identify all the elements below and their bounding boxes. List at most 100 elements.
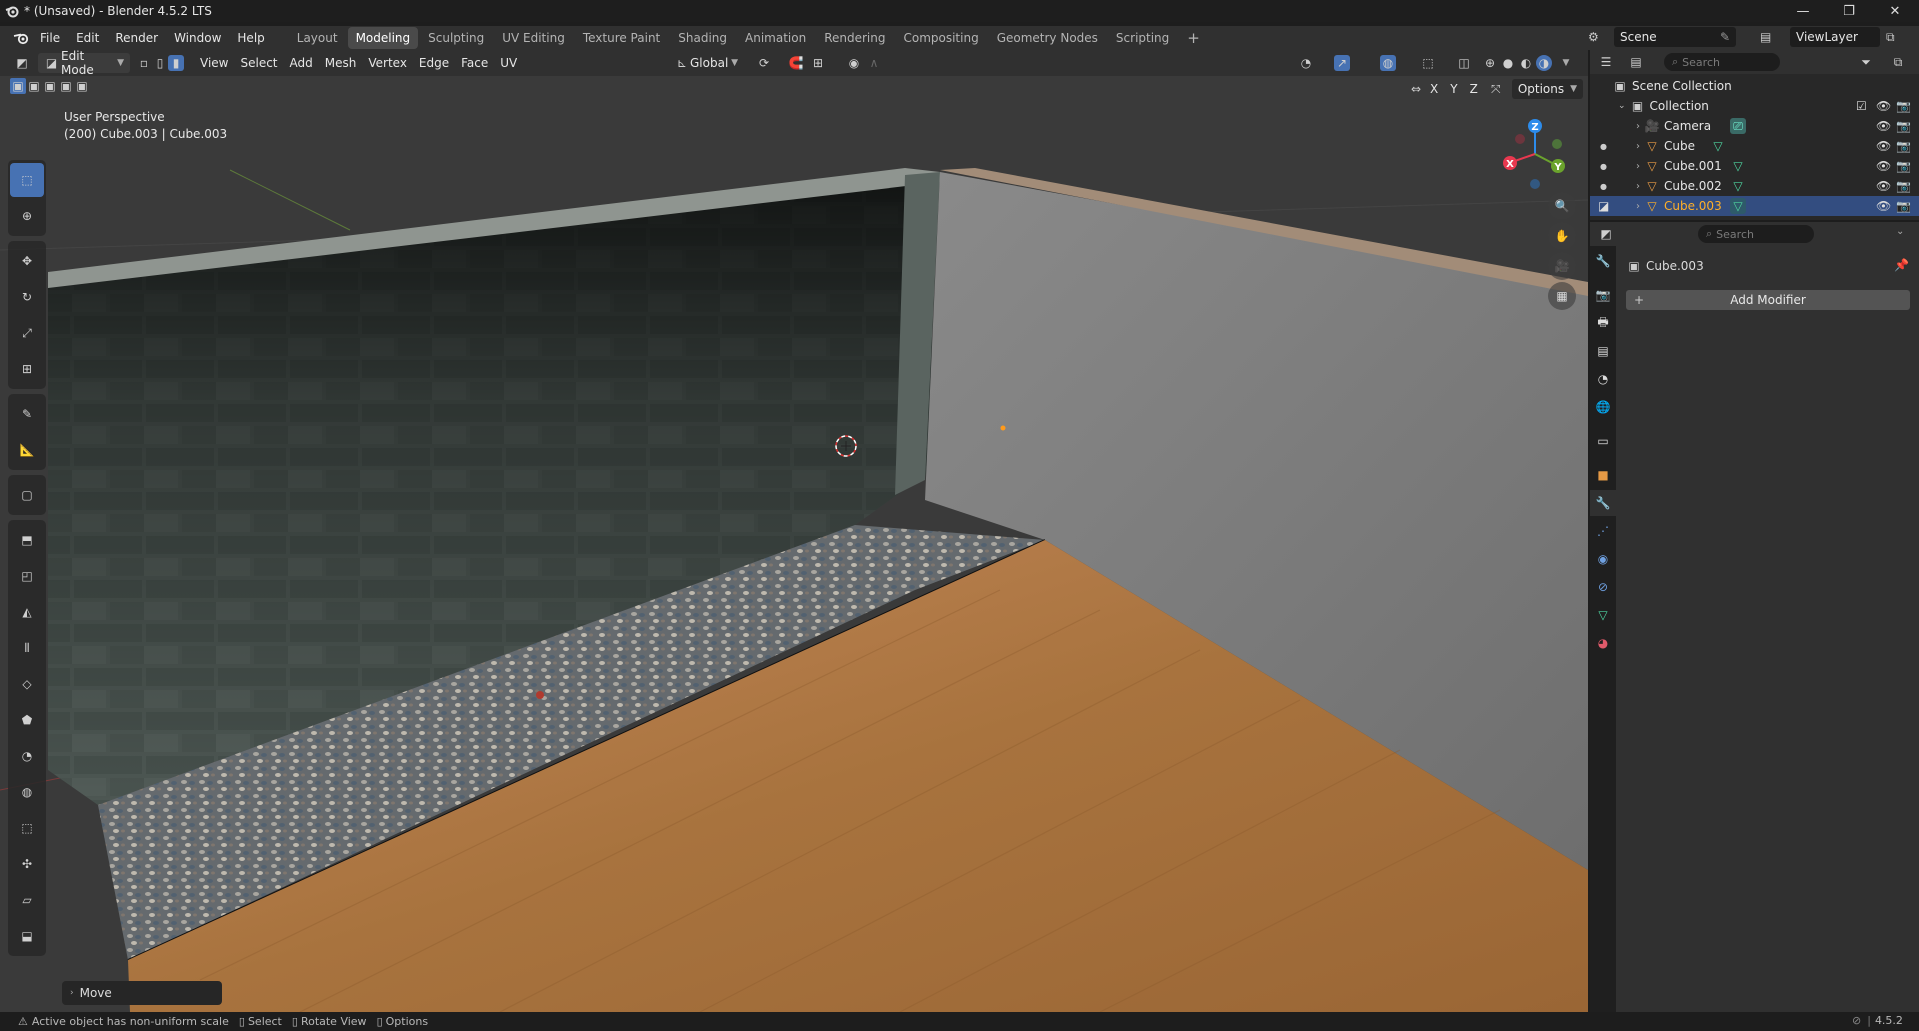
extrude-tool-icon[interactable]: ⬒ xyxy=(10,523,44,557)
visibility-icon[interactable]: ◔ xyxy=(1298,55,1314,71)
new-collection-icon[interactable]: ⧉ xyxy=(1890,54,1906,70)
checkbox-icon[interactable]: ☑ xyxy=(1856,99,1867,113)
shading-options-icon[interactable]: ▼ xyxy=(1558,55,1574,71)
select-subtract-icon[interactable]: ▣ xyxy=(42,78,58,94)
material-shading-icon[interactable]: ◐ xyxy=(1518,55,1534,71)
pivot-point-icon[interactable]: ⟳ xyxy=(756,55,772,71)
chevron-down-icon[interactable]: ⌄ xyxy=(1618,101,1626,111)
transform-tool-icon[interactable]: ⊞ xyxy=(10,352,44,386)
chevron-right-icon[interactable]: › xyxy=(1636,161,1640,172)
loop-cut-tool-icon[interactable]: ⫴ xyxy=(10,631,44,665)
view-layer-selector[interactable]: ViewLayer xyxy=(1790,27,1880,47)
eye-icon[interactable]: 👁 xyxy=(1876,199,1891,213)
close-button[interactable]: ✕ xyxy=(1872,0,1918,22)
world-tab-icon[interactable]: 🌐 xyxy=(1590,394,1616,420)
render-tab-icon[interactable]: 📷 xyxy=(1590,282,1616,308)
outliner-scene-collection[interactable]: ▣ Scene Collection xyxy=(1590,76,1919,96)
inset-tool-icon[interactable]: ◰ xyxy=(10,559,44,593)
modifier-tab-icon[interactable]: 🔧 xyxy=(1590,490,1616,516)
constraints-tab-icon[interactable]: ⊘ xyxy=(1590,574,1616,600)
mesh-data-icon[interactable]: ▽ xyxy=(1730,198,1746,214)
solid-shading-icon[interactable]: ● xyxy=(1500,55,1516,71)
axis-z-toggle[interactable]: Z xyxy=(1464,79,1484,99)
tab-animation[interactable]: Animation xyxy=(737,27,814,49)
tab-geometry-nodes[interactable]: Geometry Nodes xyxy=(989,27,1106,49)
tab-layout[interactable]: Layout xyxy=(289,27,346,49)
menu-help[interactable]: Help xyxy=(229,27,272,49)
tab-uv-editing[interactable]: UV Editing xyxy=(494,27,573,49)
outliner-collection[interactable]: ⌄ ▣ Collection ☑ 👁 📷 xyxy=(1590,96,1919,116)
menu-face[interactable]: Face xyxy=(455,53,494,73)
menu-select[interactable]: Select xyxy=(234,53,283,73)
select-extend-icon[interactable]: ▣ xyxy=(26,78,42,94)
rendered-shading-icon[interactable]: ◑ xyxy=(1536,55,1552,71)
menu-vertex[interactable]: Vertex xyxy=(362,53,413,73)
zoom-icon[interactable]: 🔍 xyxy=(1548,192,1576,220)
camera-view-icon[interactable]: 🎥 xyxy=(1548,252,1576,280)
mesh-overlay-icon[interactable]: ⬚ xyxy=(1420,55,1436,71)
editor-type-icon[interactable]: ☰ xyxy=(1598,54,1614,70)
mesh-data-icon[interactable]: ▽ xyxy=(1710,138,1726,154)
menu-edit[interactable]: Edit xyxy=(68,27,107,49)
poly-build-tool-icon[interactable]: ⬟ xyxy=(10,703,44,737)
edit-dot-icon[interactable]: ● xyxy=(1600,162,1607,171)
filter-icon[interactable]: ⏷ xyxy=(1858,54,1874,70)
outliner-item-cube-001[interactable]: ● › ▽ Cube.001 ▽ 👁 📷 xyxy=(1590,156,1919,176)
mode-selector[interactable]: ◪ Edit Mode ▼ xyxy=(38,50,130,77)
menu-render[interactable]: Render xyxy=(107,27,166,49)
smooth-tool-icon[interactable]: ◍ xyxy=(10,775,44,809)
chevron-right-icon[interactable]: › xyxy=(1636,141,1640,152)
cursor-tool-icon[interactable]: ⊕ xyxy=(10,199,44,233)
edit-dot-icon[interactable]: ● xyxy=(1600,182,1607,191)
tab-rendering[interactable]: Rendering xyxy=(816,27,893,49)
pin-icon[interactable]: 📌 xyxy=(1894,258,1909,272)
shear-tool-icon[interactable]: ▱ xyxy=(10,883,44,917)
axis-x-toggle[interactable]: X xyxy=(1424,79,1444,99)
output-tab-icon[interactable]: 🖶 xyxy=(1590,310,1616,336)
scale-tool-icon[interactable]: ⤢ xyxy=(10,316,44,350)
eye-icon[interactable]: 👁 xyxy=(1876,179,1891,193)
vertex-select-icon[interactable]: ▫ xyxy=(136,55,152,71)
camera-render-icon[interactable]: 📷 xyxy=(1896,119,1911,133)
editor-type-icon[interactable]: ◩ xyxy=(12,55,32,71)
scene-selector[interactable]: Scene ✎ xyxy=(1614,27,1736,47)
camera-data-icon[interactable]: ⎚ xyxy=(1730,118,1746,134)
gizmo-toggle-icon[interactable]: ↗ xyxy=(1334,55,1350,71)
menu-mesh[interactable]: Mesh xyxy=(319,53,363,73)
select-invert-icon[interactable]: ▣ xyxy=(58,78,74,94)
select-new-icon[interactable]: ▣ xyxy=(10,78,26,94)
view-layer-icon[interactable]: ▤ xyxy=(1760,30,1771,44)
menu-uv[interactable]: UV xyxy=(494,53,523,73)
data-tab-icon[interactable]: ▽ xyxy=(1590,602,1616,628)
select-box-tool-icon[interactable]: ⬚ xyxy=(10,163,44,197)
tab-sculpting[interactable]: Sculpting xyxy=(420,27,492,49)
menu-file[interactable]: File xyxy=(32,27,68,49)
measure-tool-icon[interactable]: 📐 xyxy=(10,433,44,467)
overlays-icon[interactable]: ◍ xyxy=(1380,55,1396,71)
spin-tool-icon[interactable]: ◔ xyxy=(10,739,44,773)
physics-tab-icon[interactable]: ◉ xyxy=(1590,546,1616,572)
add-cube-tool-icon[interactable]: ▢ xyxy=(10,478,44,512)
minimize-button[interactable]: — xyxy=(1780,0,1826,22)
edit-mode-icon[interactable]: ◪ xyxy=(1598,199,1609,213)
tab-shading[interactable]: Shading xyxy=(670,27,735,49)
eye-icon[interactable]: 👁 xyxy=(1876,139,1891,153)
menu-add[interactable]: Add xyxy=(284,53,319,73)
editor-type-icon[interactable]: ◩ xyxy=(1598,226,1614,242)
camera-render-icon[interactable]: 📷 xyxy=(1896,199,1911,213)
rotate-tool-icon[interactable]: ↻ xyxy=(10,280,44,314)
scene-tab-icon[interactable]: ◔ xyxy=(1590,366,1616,392)
view-layer-tab-icon[interactable]: ▤ xyxy=(1590,338,1616,364)
rip-region-tool-icon[interactable]: ⬓ xyxy=(10,919,44,953)
mirror-icon[interactable]: ⇔ xyxy=(1408,81,1424,97)
mesh-data-icon[interactable]: ▽ xyxy=(1730,178,1746,194)
maximize-button[interactable]: ❐ xyxy=(1826,0,1872,22)
outliner-item-cube-003[interactable]: ◪ › ▽ Cube.003 ▽ 👁 📷 xyxy=(1590,196,1919,216)
operator-panel[interactable]: › Move xyxy=(62,981,222,1005)
chevron-right-icon[interactable]: › xyxy=(1636,121,1640,132)
viewport-3d[interactable]: ◩ ◪ Edit Mode ▼ ▫ ▯ ▮ View Select Add Me… xyxy=(0,50,1588,1012)
perspective-toggle-icon[interactable]: ▦ xyxy=(1548,282,1576,310)
menu-window[interactable]: Window xyxy=(166,27,229,49)
pan-hand-icon[interactable]: ✋ xyxy=(1548,222,1576,250)
face-select-icon[interactable]: ▮ xyxy=(168,55,184,71)
